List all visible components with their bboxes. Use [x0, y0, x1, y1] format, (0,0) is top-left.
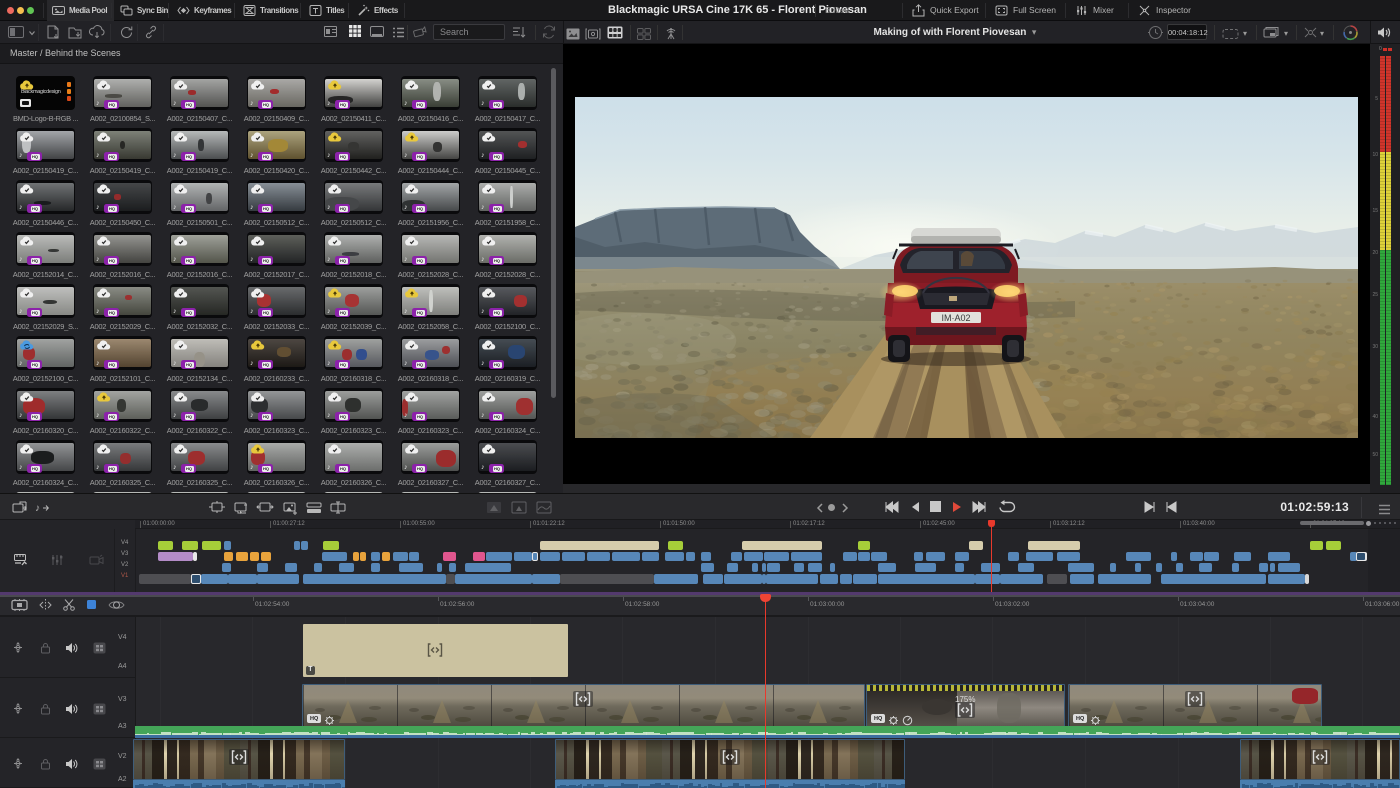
svg-text:IM·A02: IM·A02	[941, 313, 970, 323]
svg-text:♪: ♪	[35, 503, 40, 514]
